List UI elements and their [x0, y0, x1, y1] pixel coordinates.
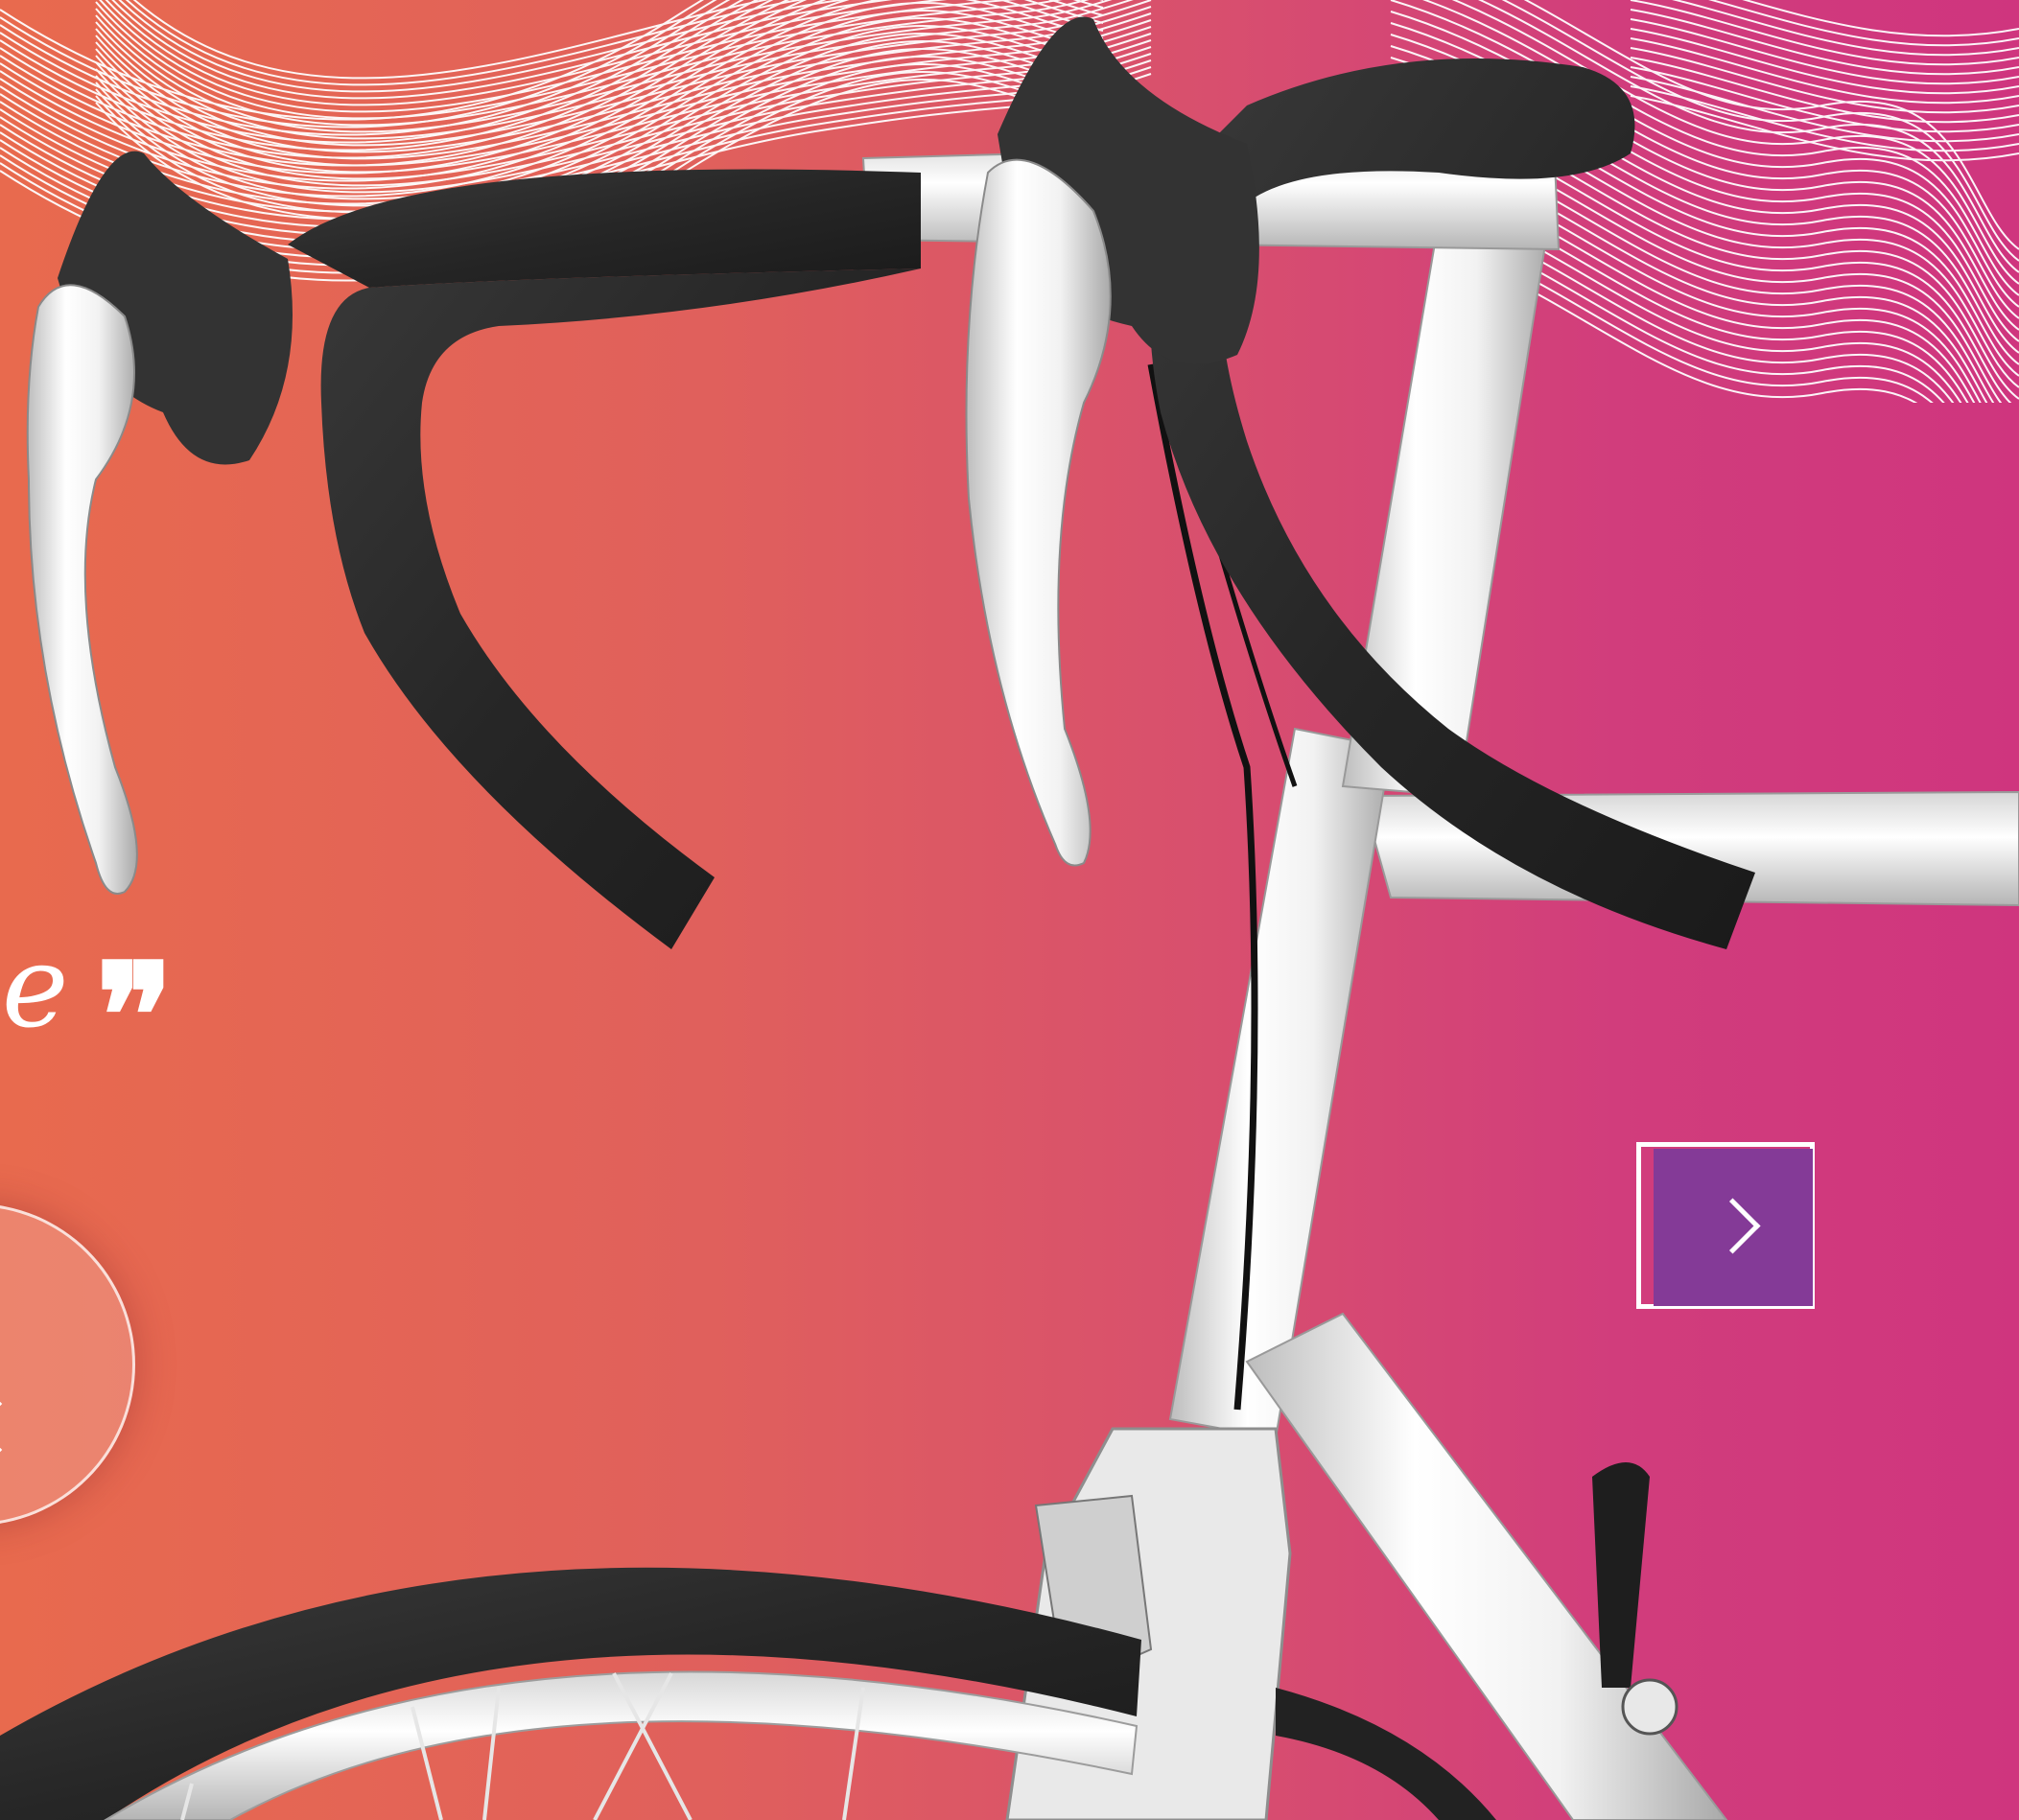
closing-quote-icon: ❞ [96, 932, 174, 1101]
testimonial-quote-text: le [0, 921, 69, 1053]
chevron-left-icon [0, 1399, 26, 1455]
carousel-next-button[interactable] [1654, 1149, 1813, 1306]
hero-banner: le ❞ [0, 0, 2019, 1820]
bicycle-illustration [0, 16, 2019, 1820]
chevron-right-icon [1704, 1198, 1761, 1254]
